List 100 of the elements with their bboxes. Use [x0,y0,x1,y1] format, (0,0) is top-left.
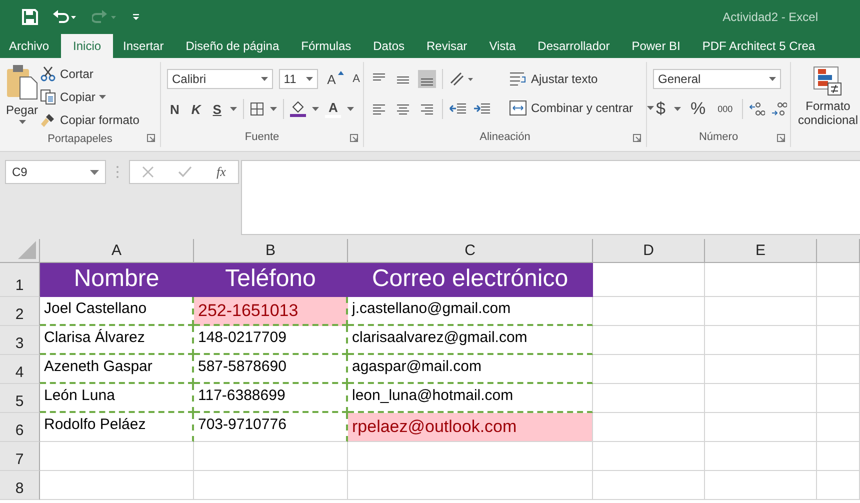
fill-bucket-icon[interactable] [290,101,306,117]
undo-icon[interactable] [52,9,78,25]
row-header[interactable]: 5 [0,384,40,413]
launcher-icon[interactable] [350,134,358,142]
row-header[interactable]: 6 [0,413,40,442]
table-cell: 148-0217709 [194,326,348,355]
table-cell: clarisaalvarez@gmail.com [348,326,593,355]
percent-button[interactable]: % [687,99,709,119]
launcher-icon[interactable] [633,134,641,142]
increase-decimal-icon[interactable] [748,101,765,117]
align-icon[interactable] [418,70,436,88]
scissors-icon [40,66,56,82]
borders-icon[interactable] [250,102,264,116]
row-header[interactable]: 8 [0,471,40,500]
caret-icon [647,106,654,110]
customize-icon[interactable] [132,13,140,21]
formula-input[interactable] [241,160,860,235]
row-header[interactable]: 2 [0,297,40,326]
ribbon-tab[interactable]: Inicio [61,34,114,58]
shrink-font-button[interactable]: A [350,73,363,85]
grip-icon [116,165,119,179]
column-header[interactable]: D [593,239,705,263]
caret-icon [306,77,314,81]
merge-cells-icon [509,100,527,116]
table-header-cell: Nombre [40,263,194,297]
table-cell: León Luna [40,384,194,413]
ribbon-tab[interactable]: PDF Architect 5 Crea [695,34,830,58]
column-header[interactable]: B [194,239,348,263]
table-cell [817,326,860,355]
save-icon[interactable] [22,9,38,25]
ribbon-tab[interactable]: Insertar [116,34,179,58]
ribbon-tab[interactable]: Datos [366,34,420,58]
group-label: Número [698,131,738,143]
column-header[interactable]: C [348,239,593,263]
table-cell [817,297,860,326]
paste-button[interactable]: Pegar [6,62,38,130]
ribbon-tab[interactable]: Archivo [2,34,62,58]
caret-icon [230,107,238,111]
caret-icon [260,77,268,81]
underline-button[interactable]: S [210,102,224,116]
clipboard-icon [6,64,38,100]
table-cell: Azeneth Gaspar [40,355,194,384]
merge-center-button[interactable]: Combinar y centrar [509,97,654,118]
insert-function-button[interactable]: fx [216,164,226,180]
table-cell: 587-5878690 [194,355,348,384]
window-title: Actividad2 - Excel [722,10,818,24]
column-header[interactable]: A [40,239,194,263]
conditional-format-button[interactable]: Formato condicional [791,62,860,127]
decrease-decimal-icon[interactable] [770,101,787,117]
wrap-text-button[interactable]: Ajustar texto [509,68,654,89]
orientation-icon[interactable] [449,71,475,87]
table-cell: rpelaez@outlook.com [348,413,593,442]
table-cell [817,355,860,384]
caret-icon [99,94,106,98]
table-cell: Rodolfo Peláez [40,413,194,442]
arrow-up-icon [338,71,344,75]
caret-icon [346,107,354,111]
row-header[interactable]: 7 [0,442,40,471]
ribbon-tab[interactable]: Revisar [420,34,482,58]
ribbon-tab[interactable]: Vista [482,34,531,58]
name-box[interactable]: C9 [5,160,106,184]
ribbon-tab[interactable]: Desarrollador [530,34,625,58]
table-cell [817,471,860,500]
ribbon-tab[interactable]: Diseño de página [178,34,294,58]
table-header-cell: Correo electrónico [348,263,593,297]
italic-button[interactable]: K [188,102,204,116]
caret-icon [270,107,278,111]
font-name-dropdown[interactable]: Calibri [167,69,273,89]
table-cell [817,384,860,413]
paintbrush-icon [40,112,56,128]
table-cell: 252-1651013 [194,297,348,326]
ribbon-tab[interactable]: Fórmulas [294,34,366,58]
group-label: Alineación [480,131,530,143]
row-header[interactable]: 1 [0,263,40,297]
format-painter-button[interactable]: Copiar formato [40,109,140,130]
grow-font-button[interactable]: A [324,72,339,86]
table-cell [817,442,860,471]
cut-button[interactable]: Cortar [40,63,140,84]
row-header[interactable]: 3 [0,326,40,355]
ribbon-tab[interactable]: Power BI [624,34,696,58]
table-header-cell: Teléfono [194,263,348,297]
bold-button[interactable]: N [167,102,182,116]
table-cell: agaspar@mail.com [348,355,593,384]
copy-button[interactable]: Copiar [40,86,140,107]
caret-icon [312,107,320,111]
thousands-button[interactable]: 000 [714,104,736,114]
table-cell [817,413,860,442]
caret-icon [674,107,682,111]
copy-icon [40,88,56,104]
number-format-dropdown[interactable]: General [653,69,781,89]
font-size-dropdown[interactable]: 11 [278,69,318,89]
currency-button[interactable]: $ [653,99,668,119]
table-cell: j.castellano@gmail.com [348,297,593,326]
column-header[interactable]: E [705,239,817,263]
launcher-icon[interactable] [147,134,155,142]
table-cell: Clarisa Álvarez [40,326,194,355]
row-header[interactable]: 4 [0,355,40,384]
table-cell [817,263,860,297]
font-color-button[interactable]: A [325,100,341,118]
launcher-icon[interactable] [777,134,785,142]
